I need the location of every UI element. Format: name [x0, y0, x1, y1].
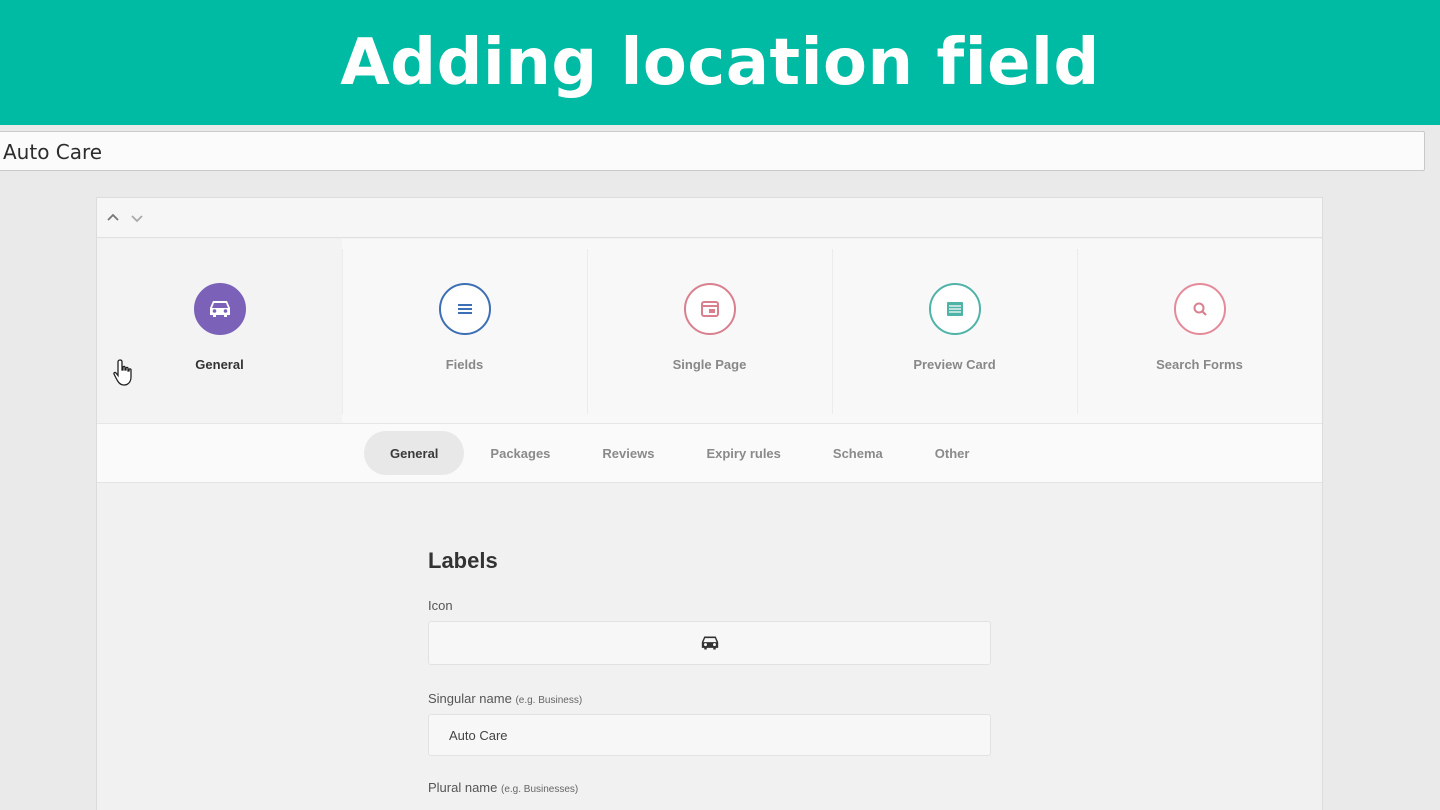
tab-schema[interactable]: Schema	[807, 431, 909, 475]
step-label: Fields	[445, 357, 484, 372]
step-preview-card[interactable]: Preview Card	[832, 239, 1077, 423]
step-label: Preview Card	[913, 357, 996, 372]
singular-name-label: Singular name (e.g. Business)	[428, 691, 993, 706]
config-steps: General Fields Single Page Preview Card …	[97, 239, 1322, 424]
chevron-up-icon[interactable]	[103, 208, 123, 228]
tab-packages[interactable]: Packages	[464, 431, 576, 475]
general-tabs: General Packages Reviews Expiry rules Sc…	[97, 424, 1322, 483]
singular-name-label-text: Singular name	[428, 691, 512, 706]
banner-title: Adding location field	[340, 25, 1100, 100]
singular-name-input[interactable]: Auto Care	[428, 714, 991, 756]
panel-header	[97, 198, 1322, 238]
icon-label: Icon	[428, 598, 453, 613]
step-general[interactable]: General	[97, 239, 342, 423]
labels-form: Labels Icon Singular name (e.g. Business…	[428, 548, 993, 803]
section-heading: Labels	[428, 548, 498, 573]
icon-picker[interactable]	[428, 621, 991, 665]
hand-pointer-icon	[113, 359, 132, 386]
window-icon	[683, 283, 736, 335]
title-banner: Adding location field	[0, 0, 1440, 125]
plural-name-hint: (e.g. Businesses)	[501, 784, 579, 795]
step-label: General	[195, 357, 244, 372]
step-fields[interactable]: Fields	[342, 239, 587, 423]
list-icon	[438, 283, 491, 335]
step-label: Single Page	[672, 357, 747, 372]
step-label: Search Forms	[1156, 357, 1243, 372]
singular-name-hint: (e.g. Business)	[515, 695, 583, 706]
plural-name-label: Plural name (e.g. Businesses)	[428, 780, 993, 795]
tab-general[interactable]: General	[364, 431, 465, 475]
settings-panel: General Fields Single Page Preview Card …	[96, 197, 1323, 810]
step-single-page[interactable]: Single Page	[587, 239, 832, 423]
tab-other[interactable]: Other	[909, 431, 996, 475]
search-icon	[1173, 283, 1226, 335]
tab-expiry-rules[interactable]: Expiry rules	[680, 431, 806, 475]
car-icon	[701, 636, 718, 650]
car-icon	[193, 283, 246, 335]
card-icon	[928, 283, 981, 335]
chevron-down-icon[interactable]	[127, 208, 147, 228]
post-type-title-input[interactable]: Auto Care	[0, 131, 1425, 171]
step-search-forms[interactable]: Search Forms	[1077, 239, 1322, 423]
tab-reviews[interactable]: Reviews	[576, 431, 680, 475]
plural-name-label-text: Plural name	[428, 780, 498, 795]
